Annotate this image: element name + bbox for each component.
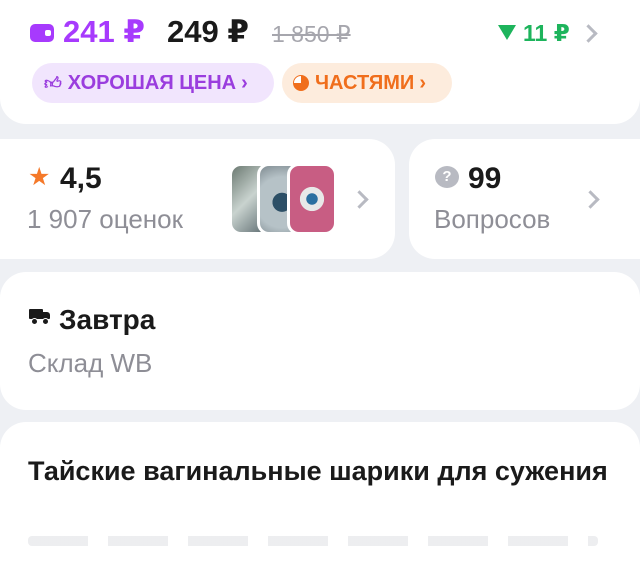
cut-off-text-line xyxy=(28,536,598,546)
installments-chip[interactable]: ЧАСТЯМИ › xyxy=(282,63,452,103)
wallet-price[interactable]: 241 ₽ xyxy=(63,14,145,50)
questions-card[interactable] xyxy=(409,139,640,259)
review-photos[interactable] xyxy=(229,163,341,235)
delivery-card[interactable] xyxy=(0,272,640,410)
good-price-label: ХОРОШАЯ ЦЕНА xyxy=(67,71,237,94)
thumb-up-icon: 👍︎ xyxy=(44,73,62,93)
wallet-icon xyxy=(30,24,54,42)
cashback-button[interactable]: 11 ₽ xyxy=(498,20,570,47)
question-bubble-icon: ? xyxy=(435,166,459,188)
review-photo[interactable] xyxy=(287,163,337,235)
delivery-date: Завтра xyxy=(59,304,156,335)
truck-icon xyxy=(29,309,51,325)
chevron-right-icon: › xyxy=(419,71,426,94)
questions-label: Вопросов xyxy=(434,204,551,234)
old-price: 1 850 ₽ xyxy=(272,21,351,47)
questions-count: 99 xyxy=(468,162,502,195)
good-price-chip[interactable]: 👍︎ ХОРОШАЯ ЦЕНА › xyxy=(32,63,274,103)
rating-value: 4,5 xyxy=(60,162,102,195)
delivery-warehouse: Склад WB xyxy=(28,348,153,378)
installments-label: ЧАСТЯМИ xyxy=(315,71,415,94)
star-icon: ★ xyxy=(28,163,51,191)
reviews-count: 1 907 оценок xyxy=(27,204,183,234)
cashback-value: 11 ₽ xyxy=(523,20,570,46)
product-title: Тайские вагинальные шарики для сужения xyxy=(28,456,608,486)
pie-chart-icon xyxy=(293,75,309,91)
chevron-right-icon: › xyxy=(241,71,248,94)
down-triangle-icon xyxy=(498,25,516,40)
regular-price: 249 ₽ xyxy=(167,14,249,49)
